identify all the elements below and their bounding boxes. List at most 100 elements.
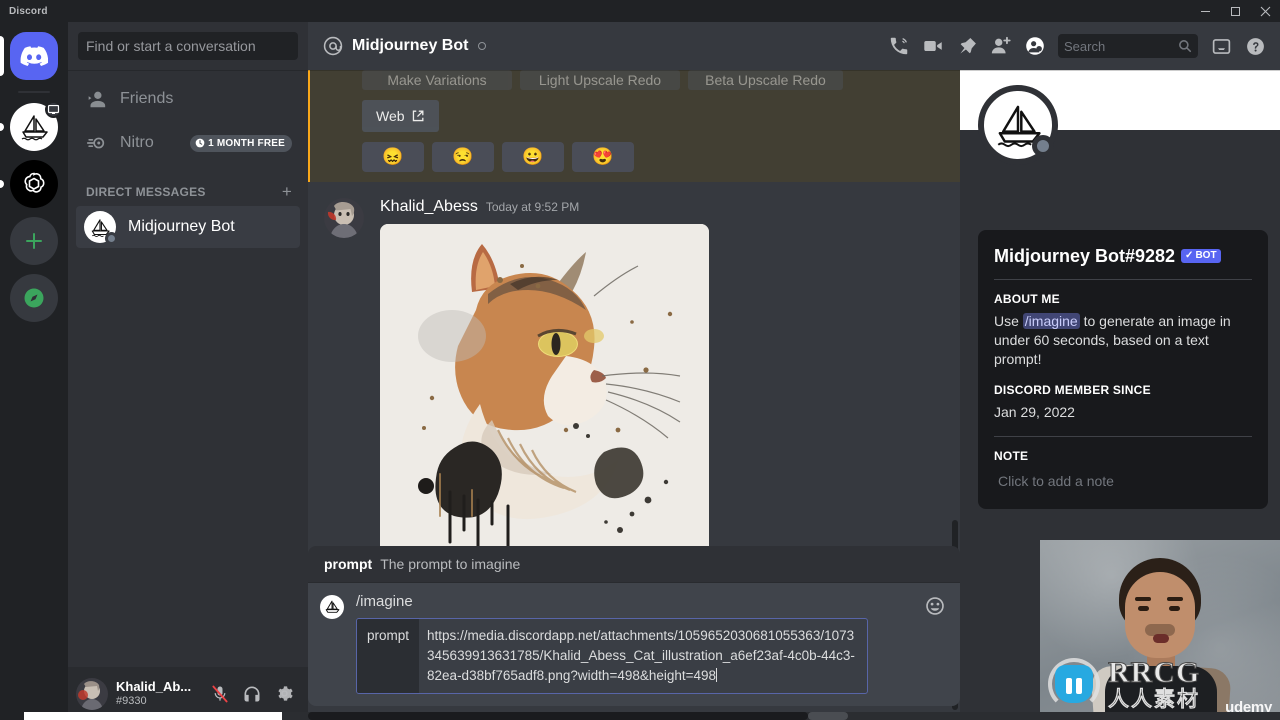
member-since-value: Jan 29, 2022 bbox=[994, 403, 1075, 420]
sidebar-item-nitro[interactable]: Nitro 1 MONTH FREE bbox=[76, 122, 300, 164]
unread-pill bbox=[0, 180, 4, 188]
clock-icon bbox=[195, 138, 205, 148]
note-input[interactable]: Click to add a note bbox=[994, 469, 1252, 493]
beta-upscale-redo-button[interactable]: Beta Upscale Redo bbox=[688, 70, 843, 90]
dm-item-midjourney-bot[interactable]: Midjourney Bot bbox=[76, 206, 300, 248]
imagine-command-mention[interactable]: /imagine bbox=[1022, 313, 1080, 329]
reaction-row: 😖 😒 😀 😍 bbox=[310, 132, 960, 172]
user-name: Khalid_Ab... bbox=[116, 680, 192, 695]
dm-list: Friends Nitro 1 MONTH FREE DIRECT MESSAG… bbox=[68, 70, 308, 667]
page-bottom-edge-dark bbox=[0, 712, 24, 720]
message-input-container[interactable]: /imagine prompt https://media.discordapp… bbox=[308, 583, 960, 706]
horizontal-scrollbar-thumb[interactable] bbox=[308, 712, 808, 720]
webcam-overlay: RRCG 人人素材 udemy bbox=[1040, 540, 1280, 720]
create-dm-button[interactable]: + bbox=[282, 182, 292, 202]
midjourney-action-row-cut: Make Variations Light Upscale Redo Beta … bbox=[310, 70, 960, 90]
page-bottom-edge bbox=[0, 712, 282, 720]
at-icon bbox=[322, 35, 344, 57]
rail-divider bbox=[18, 91, 50, 93]
user-discriminator: #9330 bbox=[116, 694, 147, 707]
help-icon[interactable] bbox=[1238, 29, 1272, 63]
pinned-messages-button[interactable] bbox=[950, 29, 984, 63]
mute-microphone-button[interactable] bbox=[204, 678, 236, 710]
status-offline-indicator bbox=[1032, 135, 1054, 157]
horizontal-scrollbar-thumb-secondary[interactable] bbox=[808, 712, 848, 720]
rail-item-openai-server[interactable] bbox=[0, 160, 68, 208]
avatar[interactable] bbox=[978, 85, 1058, 165]
add-friends-to-dm-button[interactable] bbox=[984, 29, 1018, 63]
divider bbox=[994, 435, 1252, 437]
unamused-icon: 😒 bbox=[452, 147, 474, 166]
window-controls bbox=[1190, 0, 1280, 22]
user-identity[interactable]: Khalid_Ab... #9330 bbox=[116, 680, 204, 706]
close-button[interactable] bbox=[1250, 0, 1280, 22]
start-voice-call-button[interactable] bbox=[882, 29, 916, 63]
button-label: Web bbox=[376, 108, 405, 124]
rail-item-add-server[interactable] bbox=[0, 217, 68, 265]
profile-username-text: Midjourney Bot#9282 bbox=[994, 246, 1176, 266]
argument-label: prompt bbox=[357, 619, 420, 693]
profile-avatar-wrap bbox=[978, 85, 1058, 165]
app-title: Discord bbox=[9, 5, 48, 17]
button-label: Light Upscale Redo bbox=[538, 72, 662, 88]
avatar bbox=[84, 211, 118, 245]
command-hint-description: The prompt to imagine bbox=[380, 556, 521, 572]
command-hint-bar: prompt The prompt to imagine bbox=[308, 546, 960, 583]
minimize-button[interactable] bbox=[1190, 0, 1220, 22]
rail-item-home[interactable] bbox=[0, 32, 68, 80]
profile-card: Midjourney Bot#9282 ✓ BOT ABOUT ME Use /… bbox=[978, 230, 1268, 509]
search-input[interactable]: Search bbox=[1058, 34, 1198, 58]
note-heading: NOTE bbox=[994, 448, 1029, 463]
user-settings-button[interactable] bbox=[268, 678, 300, 710]
light-upscale-redo-button[interactable]: Light Upscale Redo bbox=[520, 70, 680, 90]
web-action-row: Web bbox=[310, 90, 960, 132]
reaction-unamused[interactable]: 😒 bbox=[432, 142, 494, 172]
command-hint-key: prompt bbox=[324, 556, 373, 572]
reaction-grinning[interactable]: 😀 bbox=[502, 142, 564, 172]
sidebar-item-friends[interactable]: Friends bbox=[76, 78, 300, 120]
rail-item-midjourney-server[interactable] bbox=[0, 101, 68, 151]
member-since-heading: DISCORD MEMBER SINCE bbox=[994, 382, 1151, 397]
message-attachment-image[interactable] bbox=[380, 224, 709, 554]
external-link-icon bbox=[411, 109, 425, 123]
maximize-button[interactable] bbox=[1220, 0, 1250, 22]
show-user-profile-button[interactable] bbox=[1018, 29, 1052, 63]
avatar[interactable] bbox=[76, 677, 108, 710]
find-conversation-input[interactable]: Find or start a conversation bbox=[78, 32, 298, 60]
deafen-button[interactable] bbox=[236, 678, 268, 710]
dm-search-container: Find or start a conversation bbox=[68, 22, 308, 70]
start-video-call-button[interactable] bbox=[916, 29, 950, 63]
discord-logo-icon bbox=[10, 32, 58, 80]
bot-badge: ✓ BOT bbox=[1181, 248, 1221, 263]
nitro-promo-badge: 1 MONTH FREE bbox=[190, 134, 292, 152]
slash-command-name: /imagine bbox=[356, 593, 413, 610]
make-variations-button[interactable]: Make Variations bbox=[362, 70, 512, 90]
screen-share-badge bbox=[45, 101, 62, 118]
reaction-heart-eyes[interactable]: 😍 bbox=[572, 142, 634, 172]
message-body: Khalid_Abess Today at 9:52 PM bbox=[380, 198, 944, 554]
plus-icon bbox=[10, 217, 58, 265]
unread-pill bbox=[0, 123, 4, 131]
web-button[interactable]: Web bbox=[362, 100, 439, 132]
message-item: Khalid_Abess Today at 9:52 PM bbox=[308, 182, 960, 554]
avatar[interactable] bbox=[324, 198, 364, 238]
button-label: Make Variations bbox=[387, 72, 487, 88]
heart-eyes-icon: 😍 bbox=[592, 147, 614, 166]
emoji-icon[interactable] bbox=[916, 593, 948, 617]
inbox-icon[interactable] bbox=[1204, 29, 1238, 63]
rail-item-explore-servers[interactable] bbox=[0, 274, 68, 322]
nitro-badge-label: 1 MONTH FREE bbox=[208, 137, 285, 149]
confounded-icon: 😖 bbox=[382, 147, 404, 166]
dm-sidebar: Find or start a conversation Friends Nit… bbox=[68, 22, 308, 720]
watermark-title: RRCG bbox=[1107, 656, 1201, 689]
command-argument-field[interactable]: prompt https://media.discordapp.net/atta… bbox=[356, 618, 868, 694]
direct-messages-header: DIRECT MESSAGES + bbox=[76, 166, 300, 206]
search-icon bbox=[1178, 39, 1192, 53]
reaction-confounded[interactable]: 😖 bbox=[362, 142, 424, 172]
message-composer: prompt The prompt to imagine /imagine pr… bbox=[308, 546, 960, 706]
message-author[interactable]: Khalid_Abess bbox=[380, 198, 478, 216]
search-placeholder: Search bbox=[1064, 38, 1106, 54]
channel-header: Midjourney Bot Search bbox=[308, 22, 1280, 70]
friends-label: Friends bbox=[120, 90, 174, 107]
argument-value[interactable]: https://media.discordapp.net/attachments… bbox=[419, 619, 867, 693]
